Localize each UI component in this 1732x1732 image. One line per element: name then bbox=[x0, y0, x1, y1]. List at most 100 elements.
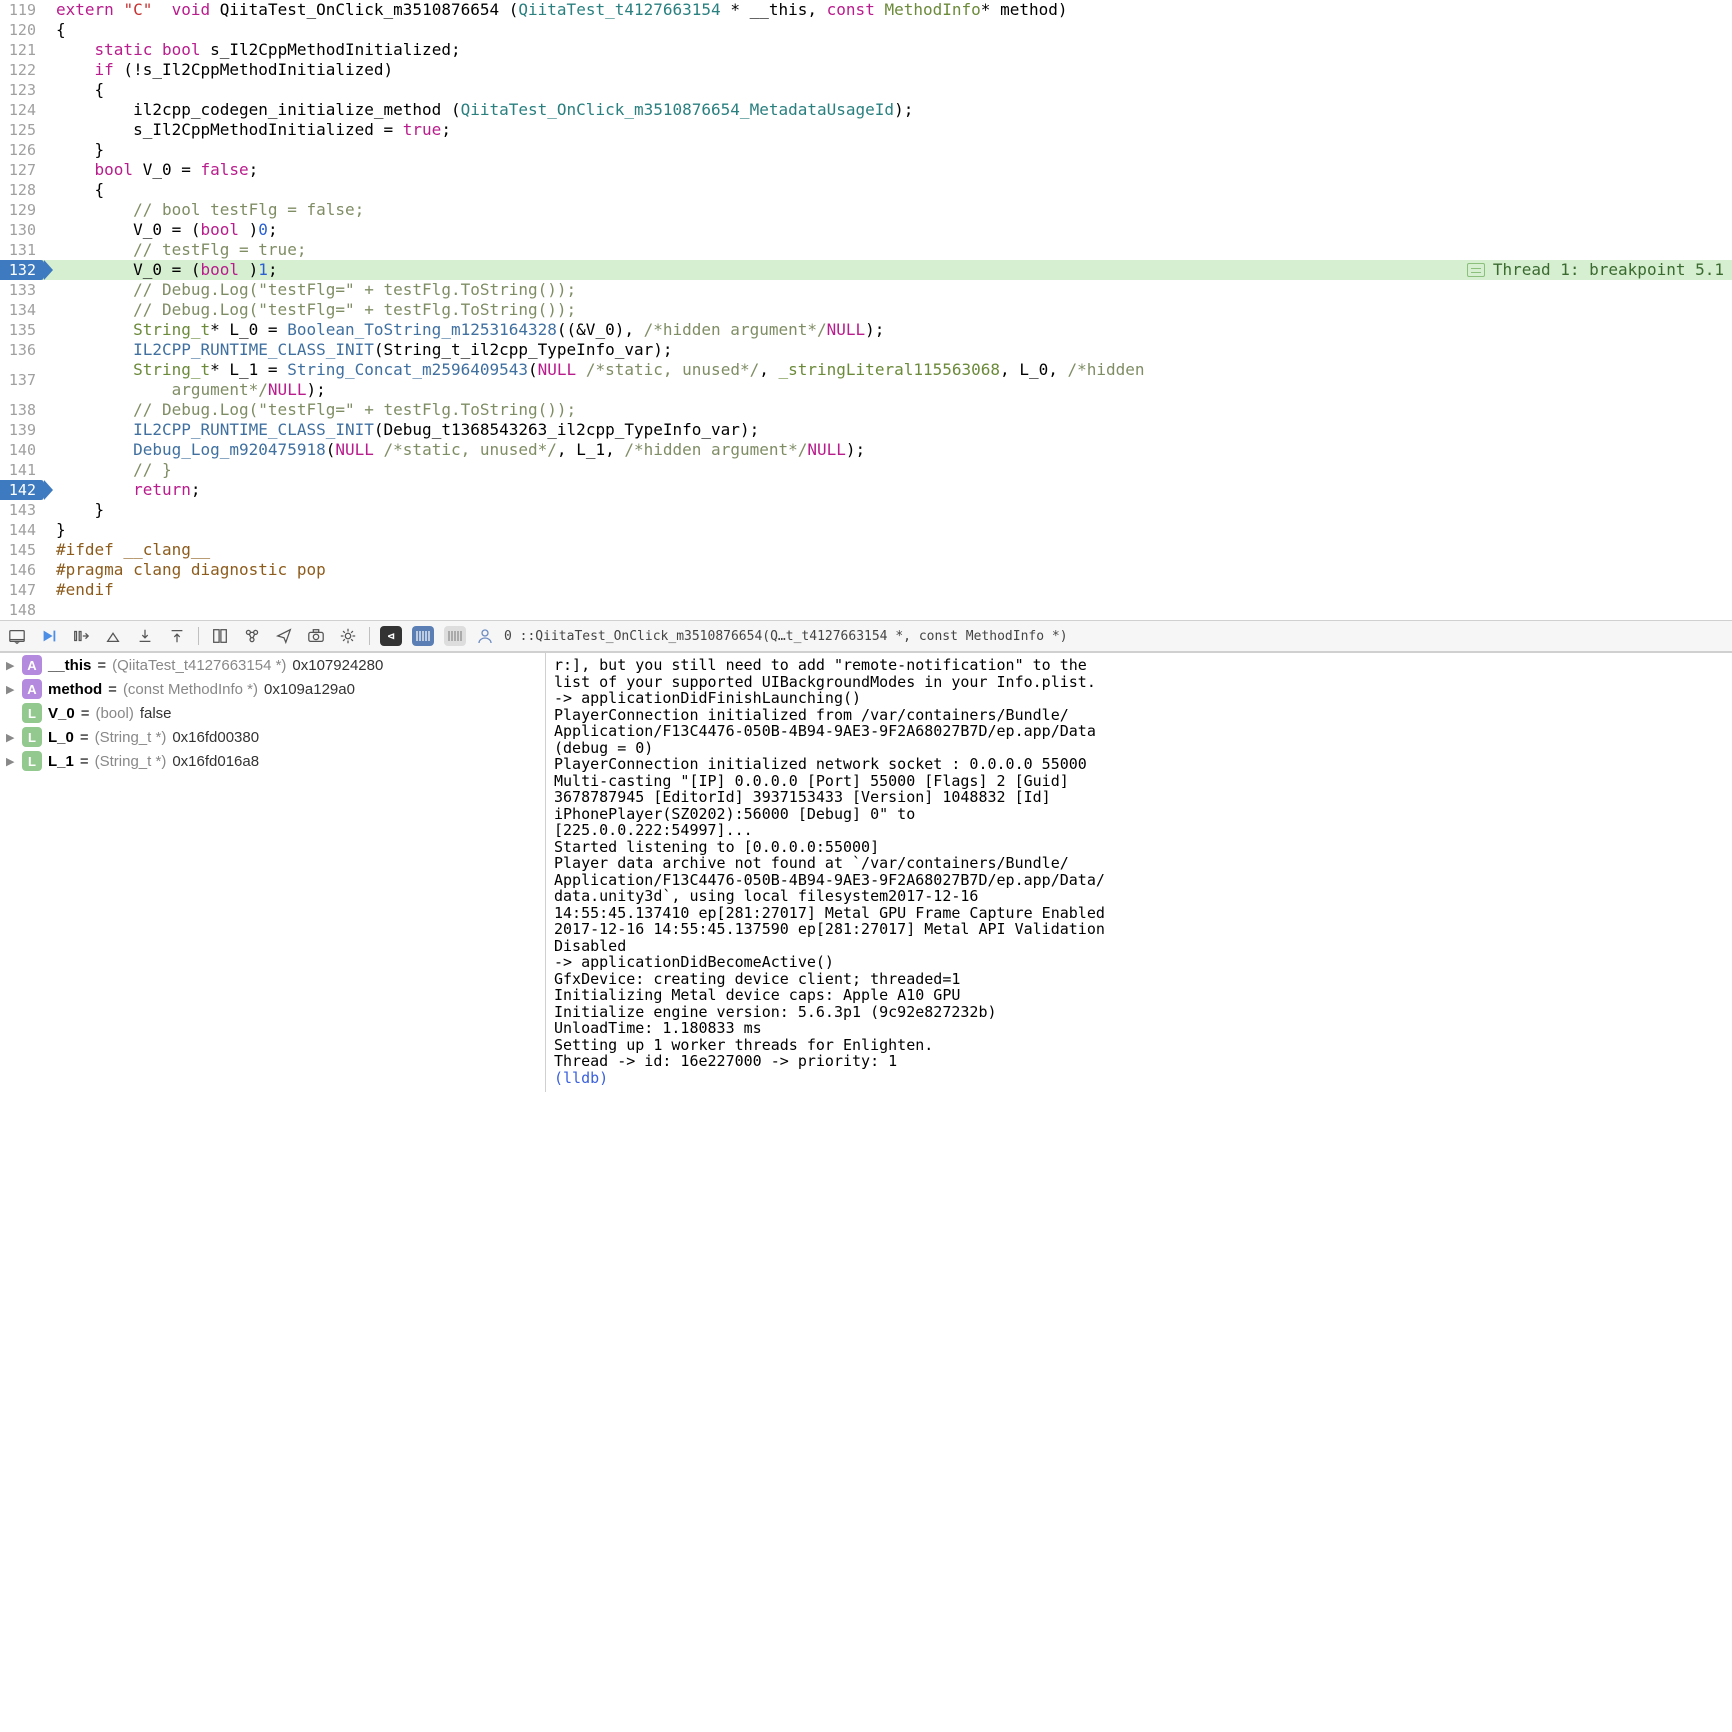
console-line: PlayerConnection initialized from /var/c… bbox=[554, 707, 1724, 724]
code-line[interactable]: 148 bbox=[0, 600, 1732, 620]
console-line: -> applicationDidFinishLaunching() bbox=[554, 690, 1724, 707]
breakpoint-gutter[interactable]: 142 bbox=[0, 480, 44, 500]
step-out-up-icon[interactable] bbox=[166, 625, 188, 647]
console-line: GfxDevice: creating device client; threa… bbox=[554, 971, 1724, 988]
line-number[interactable]: 123 bbox=[0, 80, 44, 100]
line-number[interactable]: 130 bbox=[0, 220, 44, 240]
code-line[interactable]: 119extern "C" void QiitaTest_OnClick_m35… bbox=[0, 0, 1732, 20]
code-line[interactable]: 145#ifdef __clang__ bbox=[0, 540, 1732, 560]
code-line[interactable]: 122 if (!s_Il2CppMethodInitialized) bbox=[0, 60, 1732, 80]
code-line[interactable]: 129 // bool testFlg = false; bbox=[0, 200, 1732, 220]
code-line[interactable]: 131 // testFlg = true; bbox=[0, 240, 1732, 260]
code-line[interactable]: 142 return; bbox=[0, 480, 1732, 500]
line-number[interactable]: 120 bbox=[0, 20, 44, 40]
variable-row[interactable]: ▶A__this = (QiitaTest_t4127663154 *) 0x1… bbox=[0, 653, 545, 677]
code-line[interactable]: 137 String_t* L_1 = String_Concat_m25964… bbox=[0, 360, 1732, 400]
toggle-console-icon[interactable] bbox=[6, 625, 28, 647]
location-icon[interactable] bbox=[273, 625, 295, 647]
line-number[interactable]: 138 bbox=[0, 400, 44, 420]
code-line[interactable]: 120{ bbox=[0, 20, 1732, 40]
step-into-icon[interactable] bbox=[102, 625, 124, 647]
variable-row[interactable]: LV_0 = (bool) false bbox=[0, 701, 545, 725]
code-line[interactable]: 121 static bool s_Il2CppMethodInitialize… bbox=[0, 40, 1732, 60]
code-line[interactable]: 141 // } bbox=[0, 460, 1732, 480]
code-line[interactable]: 130 V_0 = (bool )0; bbox=[0, 220, 1732, 240]
settings-icon[interactable] bbox=[337, 625, 359, 647]
line-number[interactable]: 133 bbox=[0, 280, 44, 300]
code-line[interactable]: 136 IL2CPP_RUNTIME_CLASS_INIT(String_t_i… bbox=[0, 340, 1732, 360]
code-line[interactable]: 128 { bbox=[0, 180, 1732, 200]
code-editor[interactable]: 119extern "C" void QiitaTest_OnClick_m35… bbox=[0, 0, 1732, 620]
disclosure-triangle-icon[interactable]: ▶ bbox=[6, 731, 16, 744]
code-line[interactable]: 139 IL2CPP_RUNTIME_CLASS_INIT(Debug_t136… bbox=[0, 420, 1732, 440]
breakpoint-banner: Thread 1: breakpoint 5.1 bbox=[1459, 260, 1732, 280]
line-number[interactable]: 144 bbox=[0, 520, 44, 540]
variable-row[interactable]: ▶LL_1 = (String_t *) 0x16fd016a8 bbox=[0, 749, 545, 773]
console-pane[interactable]: r:], but you still need to add "remote-n… bbox=[546, 653, 1732, 1092]
line-number[interactable]: 127 bbox=[0, 160, 44, 180]
console-line: UnloadTime: 1.180833 ms bbox=[554, 1020, 1724, 1037]
thread-pill-blue[interactable] bbox=[412, 626, 434, 646]
line-number[interactable]: 145 bbox=[0, 540, 44, 560]
line-number[interactable]: 128 bbox=[0, 180, 44, 200]
line-number[interactable]: 143 bbox=[0, 500, 44, 520]
line-number[interactable]: 134 bbox=[0, 300, 44, 320]
memory-graph-icon[interactable] bbox=[241, 625, 263, 647]
line-number[interactable]: 148 bbox=[0, 600, 44, 620]
disclosure-triangle-icon[interactable]: ▶ bbox=[6, 683, 16, 696]
continue-icon[interactable] bbox=[38, 625, 60, 647]
line-number[interactable]: 146 bbox=[0, 560, 44, 580]
code-line[interactable]: 146#pragma clang diagnostic pop bbox=[0, 560, 1732, 580]
disclosure-triangle-icon[interactable]: ▶ bbox=[6, 755, 16, 768]
line-number[interactable]: 135 bbox=[0, 320, 44, 340]
code-line[interactable]: 143 } bbox=[0, 500, 1732, 520]
line-number[interactable]: 122 bbox=[0, 60, 44, 80]
line-number[interactable]: 129 bbox=[0, 200, 44, 220]
stack-frame-label[interactable]: 0 ::QiitaTest_OnClick_m3510876654(Q…t_t4… bbox=[504, 629, 1068, 644]
step-over-icon[interactable] bbox=[70, 625, 92, 647]
code-line[interactable]: 126 } bbox=[0, 140, 1732, 160]
code-line[interactable]: 133 // Debug.Log("testFlg=" + testFlg.To… bbox=[0, 280, 1732, 300]
line-number[interactable]: 125 bbox=[0, 120, 44, 140]
code-line[interactable]: 147#endif bbox=[0, 580, 1732, 600]
code-line[interactable]: 124 il2cpp_codegen_initialize_method (Qi… bbox=[0, 100, 1732, 120]
breakpoint-gutter[interactable]: 132 bbox=[0, 260, 44, 280]
code-line[interactable]: 140 Debug_Log_m920475918(NULL /*static, … bbox=[0, 440, 1732, 460]
step-out-down-icon[interactable] bbox=[134, 625, 156, 647]
disclosure-triangle-icon[interactable]: ▶ bbox=[6, 659, 16, 672]
code-content: V_0 = (bool )0; bbox=[44, 220, 1732, 240]
line-number[interactable]: 136 bbox=[0, 340, 44, 360]
line-number[interactable]: 121 bbox=[0, 40, 44, 60]
person-icon[interactable] bbox=[476, 627, 494, 645]
code-line[interactable]: 127 bool V_0 = false; bbox=[0, 160, 1732, 180]
code-content: static bool s_Il2CppMethodInitialized; bbox=[44, 40, 1732, 60]
code-line[interactable]: 123 { bbox=[0, 80, 1732, 100]
line-number[interactable]: 126 bbox=[0, 140, 44, 160]
view-hierarchy-icon[interactable] bbox=[209, 625, 231, 647]
line-number[interactable]: 131 bbox=[0, 240, 44, 260]
code-content: // Debug.Log("testFlg=" + testFlg.ToStri… bbox=[44, 280, 1732, 300]
console-line: Player data archive not found at `/var/c… bbox=[554, 855, 1724, 872]
line-number[interactable]: 147 bbox=[0, 580, 44, 600]
thread-icon bbox=[1467, 263, 1485, 277]
code-line[interactable]: 134 // Debug.Log("testFlg=" + testFlg.To… bbox=[0, 300, 1732, 320]
console-line: [225.0.0.222:54997]... bbox=[554, 822, 1724, 839]
code-line[interactable]: 125 s_Il2CppMethodInitialized = true; bbox=[0, 120, 1732, 140]
variables-pane[interactable]: ▶A__this = (QiitaTest_t4127663154 *) 0x1… bbox=[0, 653, 546, 1092]
line-number[interactable]: 137 bbox=[0, 370, 44, 390]
variable-row[interactable]: ▶LL_0 = (String_t *) 0x16fd00380 bbox=[0, 725, 545, 749]
line-number[interactable]: 119 bbox=[0, 0, 44, 20]
line-number[interactable]: 139 bbox=[0, 420, 44, 440]
thread-pill-grey[interactable] bbox=[444, 626, 466, 646]
unity-process-icon[interactable]: ⊲ bbox=[380, 626, 402, 646]
lldb-prompt[interactable]: (lldb) bbox=[554, 1070, 1724, 1087]
line-number[interactable]: 140 bbox=[0, 440, 44, 460]
code-line[interactable]: 132 V_0 = (bool )1;Thread 1: breakpoint … bbox=[0, 260, 1732, 280]
line-number[interactable]: 141 bbox=[0, 460, 44, 480]
line-number[interactable]: 124 bbox=[0, 100, 44, 120]
camera-icon[interactable] bbox=[305, 625, 327, 647]
code-line[interactable]: 138 // Debug.Log("testFlg=" + testFlg.To… bbox=[0, 400, 1732, 420]
code-line[interactable]: 144} bbox=[0, 520, 1732, 540]
variable-row[interactable]: ▶Amethod = (const MethodInfo *) 0x109a12… bbox=[0, 677, 545, 701]
code-line[interactable]: 135 String_t* L_0 = Boolean_ToString_m12… bbox=[0, 320, 1732, 340]
